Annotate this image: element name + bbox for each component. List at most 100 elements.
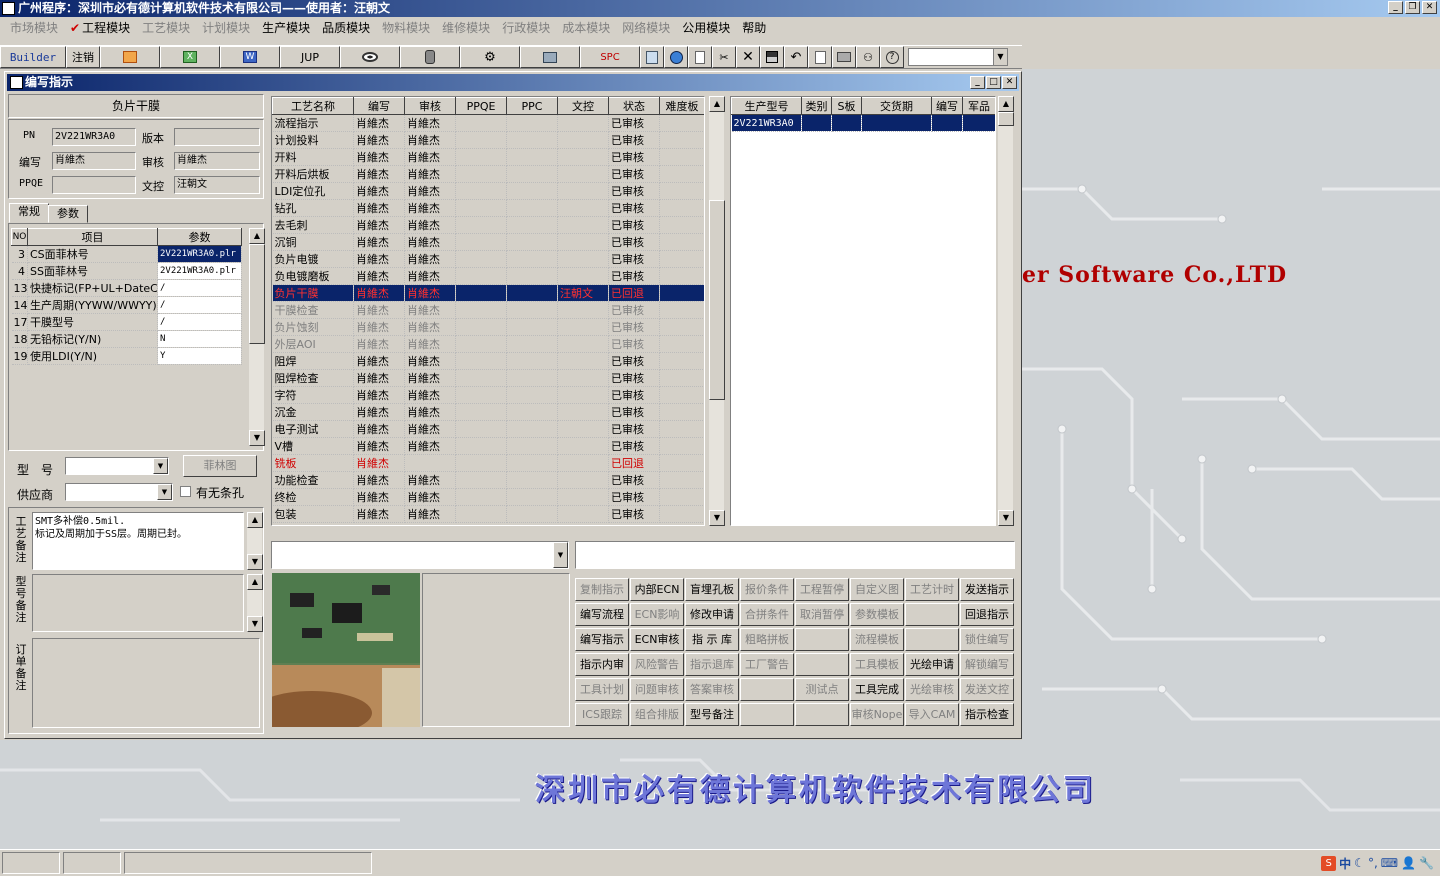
writer-field[interactable]: 肖維杰	[52, 152, 136, 170]
menu-item[interactable]: 生产模块	[256, 19, 316, 36]
param-scrollbar[interactable]: ▲ ▼	[248, 228, 265, 446]
action-button[interactable]	[740, 703, 794, 726]
process-row[interactable]: 负片干膜 肖維杰 肖維杰 汪朝文 已回退	[272, 284, 704, 302]
action-button[interactable]: 复制指示	[575, 578, 629, 601]
menu-item[interactable]: 网络模块	[616, 19, 676, 36]
menu-item[interactable]: ✔ 工程模块	[64, 19, 136, 36]
model-note-memo[interactable]	[32, 574, 244, 632]
menu-item[interactable]: 计划模块	[196, 19, 256, 36]
action-button[interactable]: ICS跟踪	[575, 703, 629, 726]
printer-setup-button[interactable]	[520, 46, 580, 68]
menu-item[interactable]: 成本模块	[556, 19, 616, 36]
delete-button[interactable]: ✕	[736, 46, 760, 68]
param-row[interactable]: 3 CS面菲林号 2V221WR3A0.plr	[11, 245, 242, 263]
action-button[interactable]: 工具计划	[575, 678, 629, 701]
param-row[interactable]: 13 快捷标记(FP+UL+DateC /	[11, 279, 242, 297]
param-column-header[interactable]: 项目	[27, 228, 158, 246]
model-note-scrollbar[interactable]: ▲ ▼	[246, 574, 263, 632]
new-button[interactable]	[688, 46, 712, 68]
process-row[interactable]: 流程指示 肖維杰 肖維杰 已审核	[272, 114, 704, 132]
action-button[interactable]: 发送文控	[960, 678, 1014, 701]
help-button[interactable]: ?	[880, 46, 904, 68]
logout-button[interactable]: 注销	[66, 46, 100, 68]
print-button[interactable]	[832, 46, 856, 68]
close-button[interactable]: ✕	[1422, 1, 1437, 14]
preview-button[interactable]	[808, 46, 832, 68]
excel-button[interactable]: X	[160, 46, 220, 68]
action-button[interactable]: ECN影响	[630, 603, 684, 626]
process-column-header[interactable]: 编写	[353, 97, 405, 115]
jup-button[interactable]: JUP	[280, 46, 340, 68]
scroll-down-icon[interactable]: ▼	[249, 430, 265, 446]
model-column-header[interactable]: 交货期	[861, 97, 932, 115]
process-row[interactable]: 沉金 肖維杰 肖維杰 已审核	[272, 403, 704, 421]
process-column-header[interactable]: 难度板	[659, 97, 704, 115]
action-button[interactable]: 光绘申请	[905, 653, 959, 676]
tab-params[interactable]: 参数	[48, 205, 88, 223]
process-grid-scrollbar[interactable]: ▲ ▼	[708, 96, 725, 526]
process-column-header[interactable]: 审核	[404, 97, 456, 115]
param-row[interactable]: 17 干膜型号 /	[11, 313, 242, 331]
order-note-memo[interactable]	[32, 638, 260, 728]
scroll-down-icon[interactable]: ▼	[998, 510, 1014, 526]
action-button[interactable]: 导入CAM	[905, 703, 959, 726]
process-row[interactable]: 电子测试 肖維杰 肖維杰 已审核	[272, 420, 704, 438]
process-row[interactable]: 开料后烘板 肖維杰 肖維杰 已审核	[272, 165, 704, 183]
action-button[interactable]: 解锁编写	[960, 653, 1014, 676]
param-column-header[interactable]: NO	[11, 228, 28, 246]
process-column-header[interactable]: 文控	[557, 97, 609, 115]
model-column-header[interactable]: 编写	[931, 97, 963, 115]
action-button[interactable]: 问题审核	[630, 678, 684, 701]
action-button[interactable]: 工具模板	[850, 653, 904, 676]
param-cell-value[interactable]: /	[157, 279, 242, 297]
scroll-up-icon[interactable]: ▲	[247, 512, 263, 528]
model-column-header[interactable]: 生产型号	[731, 97, 802, 115]
wrench-icon[interactable]: 🔧	[1419, 856, 1434, 870]
process-row[interactable]: 计划投料 肖維杰 肖維杰 已审核	[272, 131, 704, 149]
param-cell-value[interactable]: /	[157, 313, 242, 331]
scroll-up-icon[interactable]: ▲	[998, 96, 1014, 112]
model-grid-scrollbar[interactable]: ▲ ▼	[997, 96, 1014, 526]
action-button[interactable]: ECN审核	[630, 628, 684, 651]
action-button[interactable]: 指示内审	[575, 653, 629, 676]
reviewer-field[interactable]: 肖維杰	[174, 152, 260, 170]
menu-item[interactable]: 公用模块	[676, 19, 736, 36]
undo-button[interactable]: ↶	[784, 46, 808, 68]
scroll-down-icon[interactable]: ▼	[709, 510, 725, 526]
action-button[interactable]: 合拼条件	[740, 603, 794, 626]
instruction-text-field[interactable]	[575, 541, 1015, 569]
model-combo[interactable]: ▼	[65, 457, 169, 475]
tab-general[interactable]: 常规	[9, 203, 49, 223]
action-button[interactable]: 流程模板	[850, 628, 904, 651]
action-button[interactable]: 编写指示	[575, 628, 629, 651]
database-button[interactable]	[400, 46, 460, 68]
process-note-scrollbar[interactable]: ▲ ▼	[246, 512, 263, 570]
action-button[interactable]: 光绘审核	[905, 678, 959, 701]
scroll-down-icon[interactable]: ▼	[247, 616, 263, 632]
window-close-button[interactable]: ✕	[1002, 76, 1017, 89]
menu-item[interactable]: 工艺模块	[136, 19, 196, 36]
scroll-down-icon[interactable]: ▼	[247, 554, 263, 570]
internet-button[interactable]	[664, 46, 688, 68]
action-button[interactable]: 取消暂停	[795, 603, 849, 626]
process-row[interactable]: 沉铜 肖維杰 肖維杰 已审核	[272, 233, 704, 251]
doc-control-field[interactable]: 汪朝文	[174, 176, 260, 194]
param-row[interactable]: 19 使用LDI(Y/N) Y	[11, 347, 242, 365]
window-maximize-button[interactable]: □	[986, 76, 1001, 89]
process-column-header[interactable]: PPQE	[455, 97, 507, 115]
view-button[interactable]	[340, 46, 400, 68]
param-row[interactable]: 18 无铅标记(Y/N) N	[11, 330, 242, 348]
action-button[interactable]: 锁住编写	[960, 628, 1014, 651]
menu-item[interactable]: 物料模块	[376, 19, 436, 36]
process-row[interactable]: 铣板 肖維杰 已回退	[272, 454, 704, 472]
process-row[interactable]: 干膜检查 肖維杰 肖維杰 已审核	[272, 301, 704, 319]
scroll-up-icon[interactable]: ▲	[247, 574, 263, 590]
process-row[interactable]: 负电镀磨板 肖維杰 肖維杰 已审核	[272, 267, 704, 285]
menu-item[interactable]: 维修模块	[436, 19, 496, 36]
scroll-thumb[interactable]	[998, 112, 1014, 126]
word-button[interactable]: W	[220, 46, 280, 68]
action-button[interactable]: 盲埋孔板	[685, 578, 739, 601]
action-button[interactable]	[905, 603, 959, 626]
model-column-header[interactable]: 军品	[962, 97, 995, 115]
action-button[interactable]: 审核Nope	[850, 703, 904, 726]
